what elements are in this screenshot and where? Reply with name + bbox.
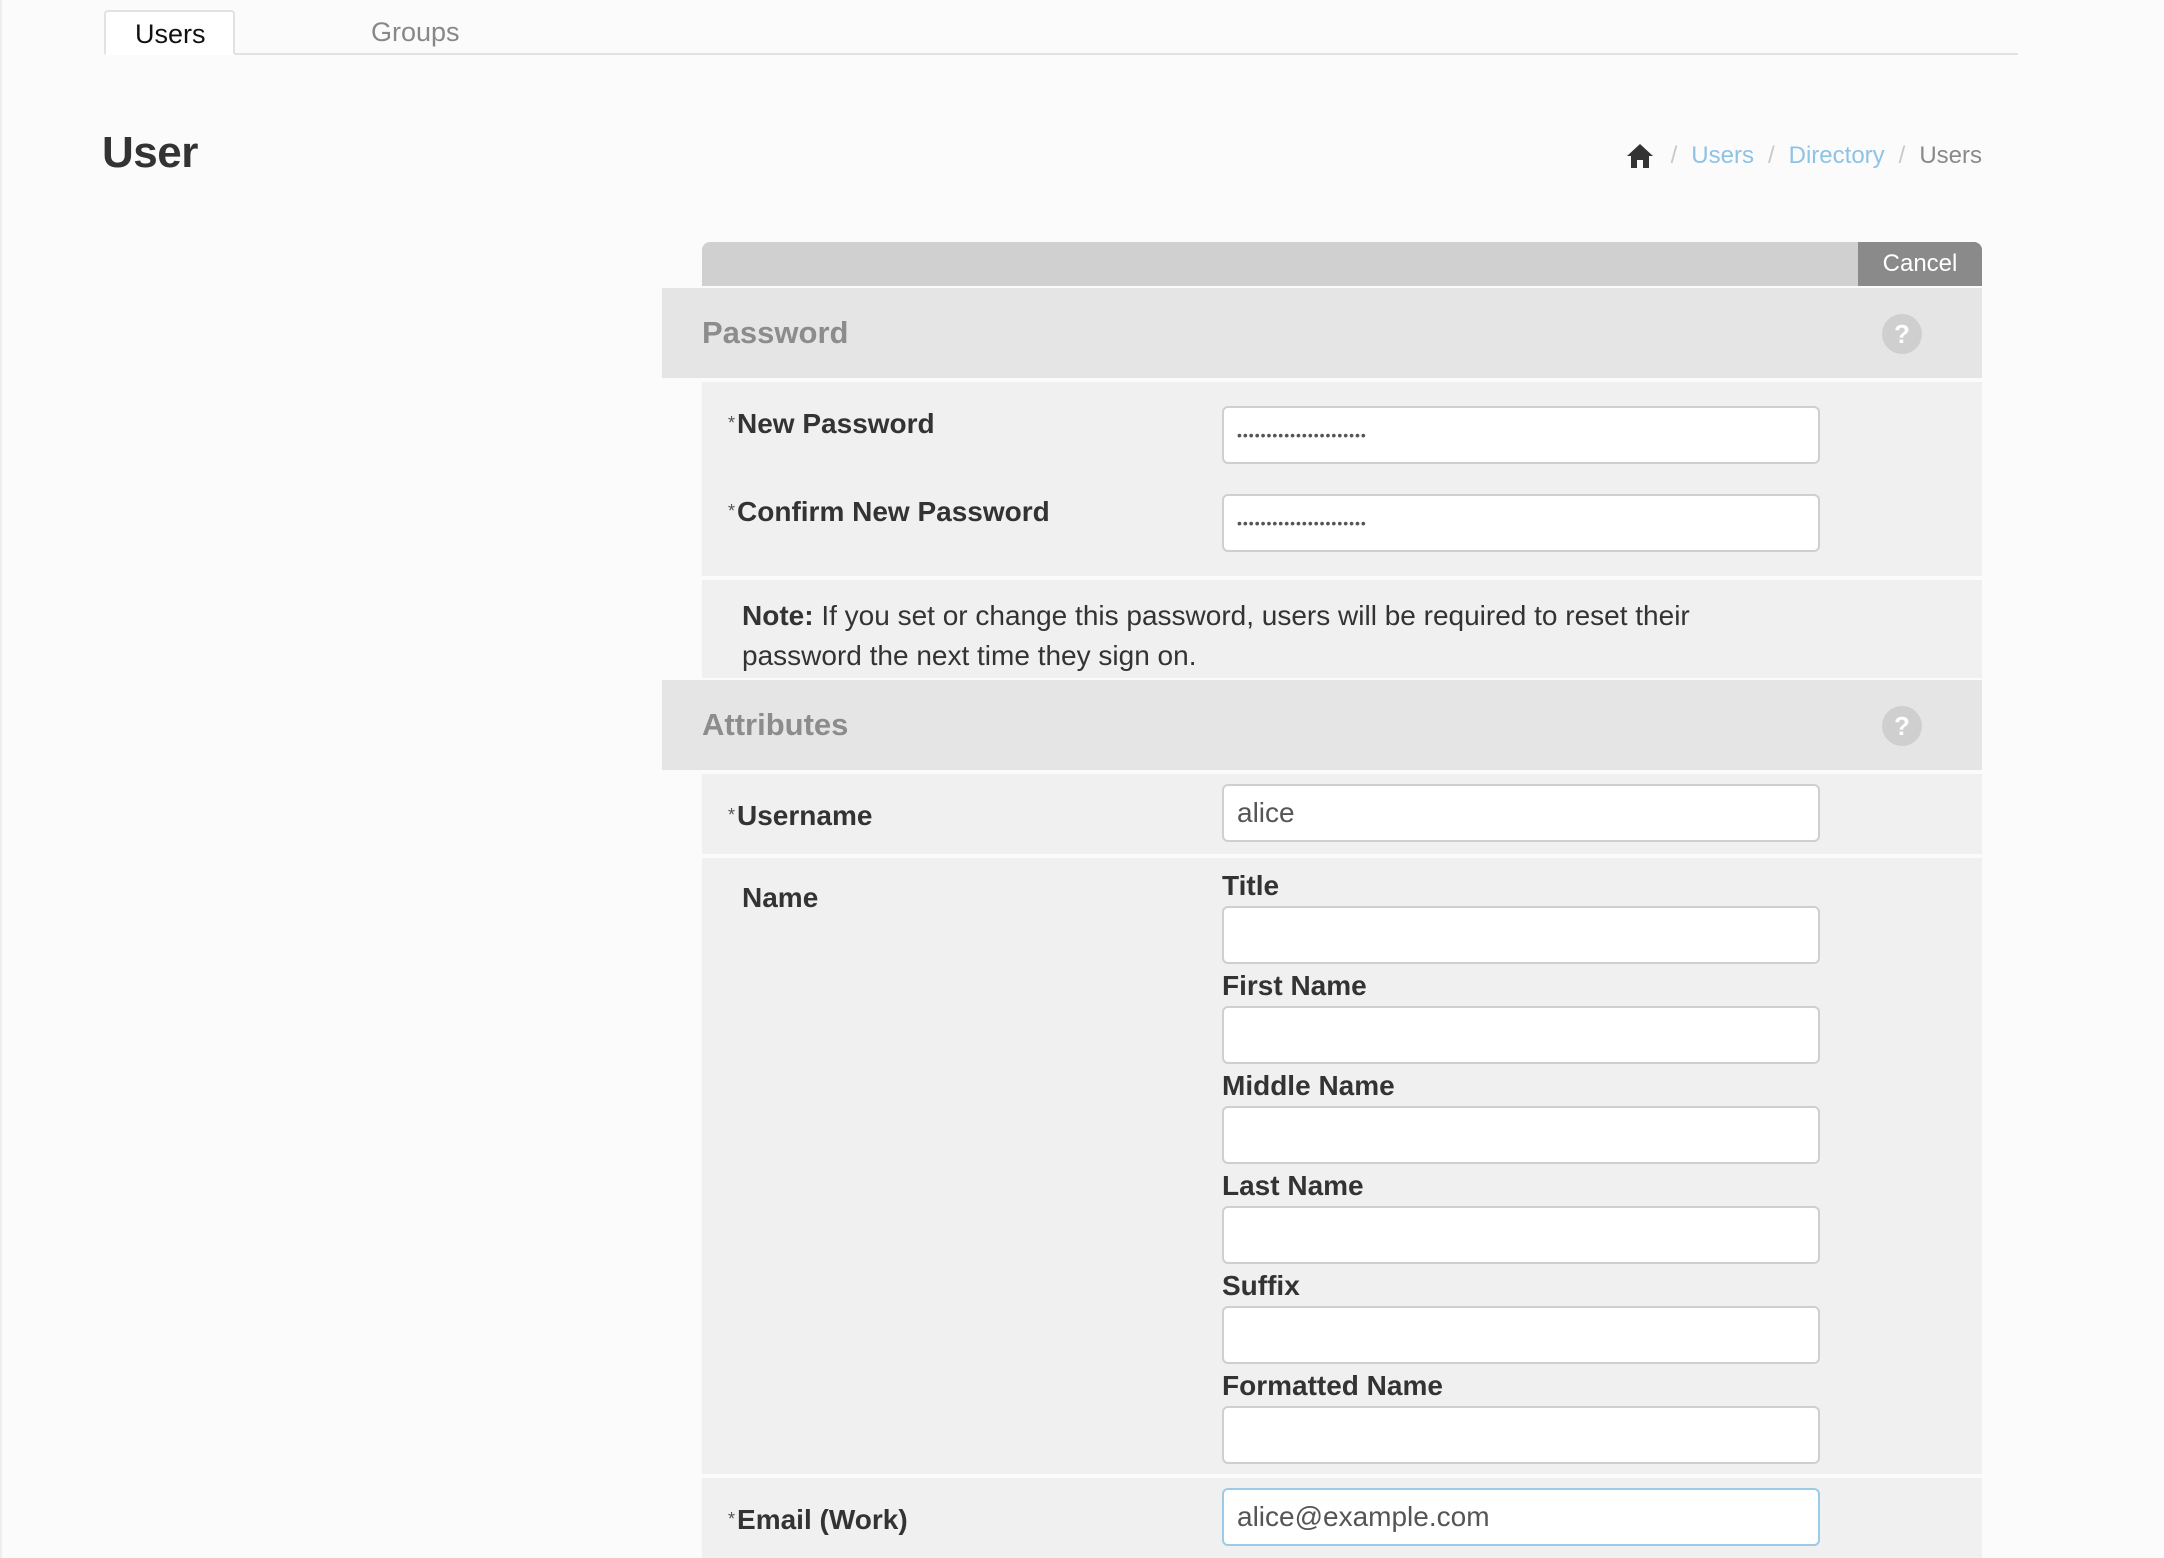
breadcrumb-separator: / xyxy=(1670,142,1678,169)
username-input[interactable] xyxy=(1222,784,1820,842)
last-name-label: Last Name xyxy=(1222,1170,1364,1201)
password-note: Note: If you set or change this password… xyxy=(742,596,1762,676)
confirm-password-label-text: Confirm New Password xyxy=(737,496,1050,527)
last-name-input[interactable] xyxy=(1222,1206,1820,1264)
help-icon[interactable]: ? xyxy=(1882,706,1922,746)
tab-groups[interactable]: Groups xyxy=(342,10,489,53)
email-input[interactable] xyxy=(1222,1488,1820,1546)
new-password-label: *New Password xyxy=(728,408,935,440)
suffix-input[interactable] xyxy=(1222,1306,1820,1364)
note-label: Note: xyxy=(742,600,814,631)
new-password-input[interactable] xyxy=(1222,406,1820,464)
attributes-section-header: Attributes ? xyxy=(662,680,1982,770)
form-toolbar: Cancel xyxy=(702,242,1982,286)
confirm-password-input[interactable] xyxy=(1222,494,1820,552)
breadcrumb-separator: / xyxy=(1767,142,1775,169)
username-label: *Username xyxy=(728,800,872,832)
email-row: *Email (Work) xyxy=(702,1478,1982,1558)
first-name-label: First Name xyxy=(1222,970,1367,1001)
name-row: Name Title First Name Middle Name Last N… xyxy=(702,858,1982,1474)
home-icon[interactable] xyxy=(1625,142,1655,170)
password-section-header: Password ? xyxy=(662,288,1982,378)
formatted-name-input[interactable] xyxy=(1222,1406,1820,1464)
username-row: *Username xyxy=(702,774,1982,854)
required-marker: * xyxy=(728,1509,736,1529)
middle-name-input[interactable] xyxy=(1222,1106,1820,1164)
tab-bar: Users Groups xyxy=(104,10,2018,55)
breadcrumb-separator: / xyxy=(1898,142,1906,169)
help-icon[interactable]: ? xyxy=(1882,314,1922,354)
required-marker: * xyxy=(728,413,736,433)
formatted-name-label: Formatted Name xyxy=(1222,1370,1443,1401)
suffix-label: Suffix xyxy=(1222,1270,1300,1301)
password-note-row: Note: If you set or change this password… xyxy=(702,580,1982,678)
window-edge xyxy=(0,0,2,1558)
breadcrumb-directory-link[interactable]: Directory xyxy=(1789,142,1885,170)
page-title: User xyxy=(102,128,198,177)
breadcrumb-users-link[interactable]: Users xyxy=(1691,142,1754,170)
username-label-text: Username xyxy=(737,800,873,831)
title-input[interactable] xyxy=(1222,906,1820,964)
first-name-input[interactable] xyxy=(1222,1006,1820,1064)
breadcrumb-current: Users xyxy=(1919,142,1982,169)
name-label: Name xyxy=(742,882,819,913)
password-section-title: Password xyxy=(702,315,849,350)
confirm-password-label: *Confirm New Password xyxy=(728,496,1050,528)
attributes-section-title: Attributes xyxy=(702,707,849,742)
new-password-label-text: New Password xyxy=(737,408,935,439)
email-label-text: Email (Work) xyxy=(737,1504,908,1535)
tab-users[interactable]: Users xyxy=(104,10,235,55)
cancel-button[interactable]: Cancel xyxy=(1858,242,1982,286)
required-marker: * xyxy=(728,805,736,825)
title-label: Title xyxy=(1222,870,1280,901)
required-marker: * xyxy=(728,501,736,521)
breadcrumb: / Users / Directory / Users xyxy=(1625,142,1982,170)
email-label: *Email (Work) xyxy=(728,1504,908,1536)
middle-name-label: Middle Name xyxy=(1222,1070,1395,1101)
note-text: If you set or change this password, user… xyxy=(742,600,1690,671)
password-fields-row: *New Password *Confirm New Password xyxy=(702,382,1982,576)
